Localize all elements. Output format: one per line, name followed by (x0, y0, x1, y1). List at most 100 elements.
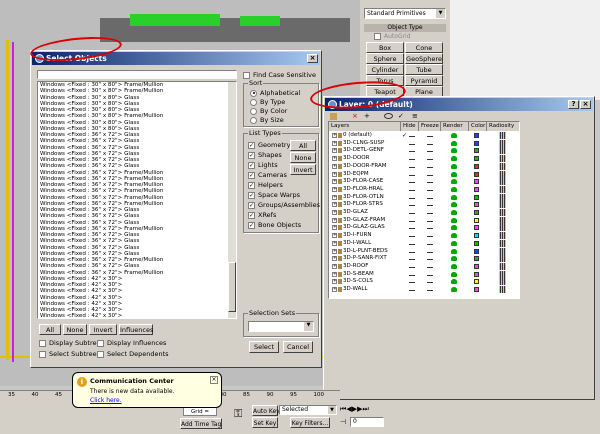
list-type-geometry[interactable]: ✓ Geometry (248, 141, 290, 149)
freeze-toggle[interactable] (427, 213, 433, 214)
layer-name[interactable]: 3D-S-COLS (343, 278, 373, 286)
find-case-sensitive-checkbox[interactable]: Find Case Sensitive (243, 71, 316, 79)
tube-button[interactable]: Tube (405, 64, 443, 75)
select-button[interactable]: Select (249, 341, 279, 353)
render-teapot-icon[interactable] (451, 140, 457, 146)
box-button[interactable]: Box (366, 42, 404, 53)
comm-center-link[interactable]: Click here. (90, 397, 122, 404)
hide-toggle[interactable] (409, 259, 415, 261)
layer-color-swatch[interactable] (474, 271, 479, 277)
freeze-toggle[interactable] (427, 274, 433, 276)
layer-name[interactable]: 3D-ROOF (343, 263, 368, 271)
expand-icon[interactable]: + (332, 156, 337, 162)
radiosity-icon[interactable] (499, 162, 506, 170)
list-types-invert-button[interactable]: Invert (290, 164, 316, 175)
freeze-toggle[interactable] (427, 228, 433, 230)
list-type-shapes[interactable]: ✓ Shapes (248, 151, 282, 159)
influences-button[interactable]: Influences (119, 324, 153, 335)
auto-key-button[interactable]: Auto Key (252, 405, 280, 416)
radio-alphabetical[interactable] (250, 89, 257, 97)
render-teapot-icon[interactable] (451, 263, 457, 269)
radiosity-icon[interactable] (499, 224, 506, 232)
layer-color-swatch[interactable] (474, 133, 479, 138)
radio-by-color[interactable] (250, 107, 257, 115)
freeze-toggle[interactable] (427, 182, 433, 184)
render-teapot-icon[interactable] (451, 287, 457, 292)
expand-icon[interactable]: + (332, 210, 337, 215)
list-type-space-warps[interactable]: ✓ Space Warps (248, 191, 300, 199)
color-column-header[interactable]: Color (469, 122, 487, 131)
checkbox[interactable]: ✓ (248, 201, 255, 209)
expand-icon[interactable]: + (332, 217, 337, 223)
freeze-toggle[interactable] (427, 189, 433, 191)
list-type-bone-objects[interactable]: ✓ Bone Objects (248, 221, 301, 229)
render-teapot-icon[interactable] (451, 156, 457, 162)
render-teapot-icon[interactable] (451, 248, 457, 254)
layer-name[interactable]: 3D-L-PLNT-BEDS (343, 248, 388, 256)
layer-row[interactable]: +3D-ROOF (329, 262, 506, 271)
list-type-xrefs[interactable]: ✓ XRefs (248, 211, 276, 219)
render-teapot-icon[interactable] (451, 202, 457, 208)
layer-row[interactable]: +3D-GLAZ (329, 209, 506, 217)
list-item[interactable]: Windows <Fixed : 42" x 30"> (40, 313, 236, 318)
expand-icon[interactable]: + (332, 148, 337, 154)
communication-center-balloon[interactable]: i Communication Center There is new data… (72, 372, 222, 408)
layer-row[interactable]: +3D-I-FURN (329, 232, 506, 240)
layer-row[interactable]: +3D-S-BEAM (329, 270, 506, 279)
layer-row[interactable]: +3D-FLOR-OTLN (329, 193, 506, 202)
expand-icon[interactable]: + (332, 140, 337, 146)
scrollbar-thumb[interactable] (228, 262, 236, 312)
expand-icon[interactable]: + (332, 225, 337, 231)
radiosity-icon[interactable] (499, 178, 506, 186)
layer-color-swatch[interactable] (474, 256, 479, 262)
layer-row[interactable]: +3D-GLAZ-FRAM (329, 216, 506, 225)
all-button[interactable]: All (39, 324, 61, 335)
radiosity-icon[interactable] (499, 170, 506, 178)
object-type-rollout-title[interactable]: Object Type (364, 24, 446, 32)
cancel-button[interactable]: Cancel (283, 341, 313, 353)
render-teapot-icon[interactable] (451, 256, 457, 262)
layer-row[interactable]: +3D-GLAZ-GLAS (329, 224, 506, 232)
new-layer-icon[interactable] (330, 113, 337, 120)
expand-icon[interactable]: + (332, 179, 337, 185)
render-teapot-icon[interactable] (451, 279, 457, 285)
radiosity-icon[interactable] (499, 155, 506, 163)
set-key-button[interactable]: Set Key (252, 417, 278, 428)
list-scrollbar[interactable] (228, 82, 236, 318)
radiosity-icon[interactable] (499, 255, 506, 263)
radiosity-icon[interactable] (499, 286, 506, 293)
display-influences-checkbox[interactable]: Display Influences (97, 339, 166, 347)
layer-color-swatch[interactable] (474, 287, 479, 292)
layer-name[interactable]: 3D-S-BEAM (343, 271, 374, 279)
none-button[interactable]: None (63, 324, 87, 335)
layer-color-swatch[interactable] (474, 240, 479, 246)
layer-color-swatch[interactable] (474, 225, 479, 231)
sort-by-size-radio[interactable]: By Size (250, 116, 284, 124)
layer-name[interactable]: 0 (default) (343, 132, 372, 140)
layer-row[interactable]: +3D-DOOR-FRAM (329, 162, 506, 171)
layer-color-swatch[interactable] (474, 263, 479, 269)
cylinder-button[interactable]: Cylinder (366, 64, 404, 75)
sort-by-color-radio[interactable]: By Color (250, 107, 287, 115)
layer-row[interactable]: +3D-I-WALL (329, 239, 506, 248)
set-current-layer-icon[interactable]: ✓ (398, 113, 404, 120)
display-subtree-checkbox[interactable]: Display Subtree (39, 339, 100, 347)
checkbox[interactable]: ✓ (248, 161, 255, 169)
layer-name[interactable]: 3D-WALL (343, 286, 368, 294)
close-icon[interactable]: × (580, 100, 591, 109)
hide-toggle[interactable] (409, 213, 415, 214)
hide-toggle[interactable] (409, 266, 415, 268)
frame-spinner[interactable]: 0 (350, 417, 384, 427)
radio-by-type[interactable] (250, 98, 257, 106)
radio-by-size[interactable] (250, 116, 257, 124)
hide-toggle[interactable] (409, 282, 415, 284)
layer-name[interactable]: 3D-I-WALL (343, 240, 371, 248)
list-types-none-button[interactable]: None (290, 152, 316, 163)
delete-layer-icon[interactable]: × (352, 113, 358, 120)
add-to-layer-icon[interactable]: + (364, 113, 370, 120)
layer-name[interactable]: 3D-I-FURN (343, 232, 371, 240)
layer-row[interactable]: +3D-L-PLNT-BEDS (329, 247, 506, 256)
radiosity-icon[interactable] (499, 193, 506, 201)
layer-color-swatch[interactable] (474, 248, 479, 254)
key-icon[interactable]: ⚿ (234, 408, 242, 419)
